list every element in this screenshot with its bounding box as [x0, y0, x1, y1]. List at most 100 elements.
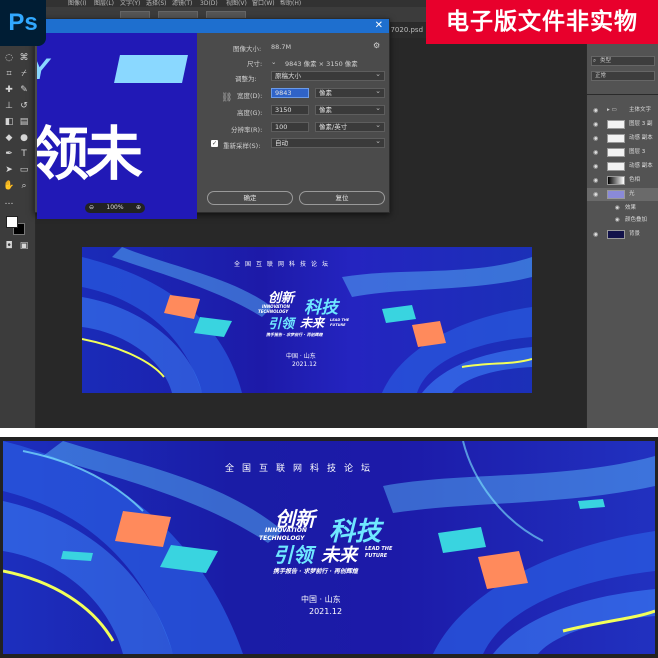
fit-to-label: 调整为: [235, 75, 257, 83]
menu-window[interactable]: 窗口(W) [252, 0, 275, 7]
image-size-label: 图像大小: [233, 45, 262, 53]
lasso-icon[interactable]: ◌ [3, 52, 15, 64]
dimensions-chevron-icon[interactable]: ⌄ [271, 58, 276, 66]
hand-icon[interactable]: ✋ [3, 180, 15, 192]
tab-filename[interactable]: 17020.psd [386, 23, 423, 38]
eye-icon[interactable]: ◉ [593, 188, 598, 201]
more-tools-icon[interactable]: … [3, 196, 15, 208]
title-en-future: FUTURE [330, 323, 346, 327]
layer-row[interactable]: ◉ 色相 [587, 174, 658, 187]
banner-full: 全国互联网科技论坛 创新 科技 INNOVATION TECHNOLOGY 引领… [3, 441, 655, 654]
resolution-input[interactable]: 100 [271, 122, 309, 132]
preview-shape [114, 55, 188, 83]
ok-button[interactable]: 确定 [207, 191, 293, 205]
eyedropper-icon[interactable]: ⌿ [18, 68, 30, 80]
eye-icon[interactable]: ◉ [593, 228, 598, 241]
title-en-lead: LEAD THE [365, 546, 393, 552]
eye-icon[interactable]: ◉ [593, 104, 598, 117]
height-unit-select[interactable]: 像素 [315, 104, 385, 115]
title-en-future: FUTURE [365, 553, 388, 559]
menu-type[interactable]: 文字(Y) [120, 0, 140, 7]
layer-row[interactable]: ◉ 动感 副本 [587, 132, 658, 145]
title-en-innovation: INNOVATION [265, 527, 307, 534]
zoom-out-icon[interactable]: ⊖ [89, 203, 94, 213]
layer-filter-input[interactable]: ⌕ 类型 [591, 56, 655, 66]
menu-layer[interactable]: 图层(L) [94, 0, 114, 7]
foreground-color-swatch[interactable] [6, 216, 18, 228]
fit-to-select[interactable]: 原稿大小 [271, 70, 385, 81]
dialog-preview[interactable]: Y 领未 ⊖ 100% ⊕ [37, 33, 197, 219]
eye-icon[interactable]: ◉ [593, 146, 598, 159]
settings-gear-icon[interactable]: ⚙ [373, 41, 380, 50]
close-icon[interactable]: ✕ [375, 20, 383, 32]
dimensions-label: 尺寸: [247, 60, 263, 68]
effect-eye-icon[interactable]: ◉ [615, 214, 620, 227]
text-icon[interactable]: T [18, 148, 30, 160]
layer-thumbnail [607, 162, 625, 171]
zoom-in-icon[interactable]: ⊕ [136, 203, 141, 213]
link-chain-icon[interactable]: ⛓ [221, 93, 232, 103]
canvas-banner-preview[interactable]: 全国互联网科技论坛 创新 科技 INNOVATION TECHNOLOGY 引领… [82, 247, 532, 393]
healing-icon[interactable]: ✚ [3, 84, 15, 96]
quick-select-icon[interactable]: ⌘ [18, 52, 30, 64]
eye-icon[interactable]: ◉ [593, 118, 598, 131]
menu-filter[interactable]: 滤镜(T) [172, 0, 192, 7]
menu-view[interactable]: 视图(V) [226, 0, 247, 7]
layers-panel: ⌕ 类型 正常 ◉ ▸ ▭ 主体文字 ◉ 图层 3 副 ◉ 动感 副本 ◉ 图层 3 ◉ 动… [586, 38, 658, 428]
panel-divider [587, 94, 658, 95]
height-input[interactable]: 3150 [271, 105, 309, 115]
menu-help[interactable]: 帮助(H) [280, 0, 301, 7]
layer-row[interactable]: ◉ 图层 3 副 [587, 118, 658, 131]
stamp-icon[interactable]: ⊥ [3, 100, 15, 112]
eye-icon[interactable]: ◉ [593, 160, 598, 173]
width-input[interactable]: 9843 [271, 88, 309, 98]
banner-location: 中国 · 山东 [286, 353, 316, 360]
resample-checkbox[interactable]: ✓ [211, 140, 218, 147]
photoshop-window: 图像(I) 图层(L) 文字(Y) 选择(S) 滤镜(T) 3D(D) 视图(V… [0, 0, 658, 428]
preview-zoom-control[interactable]: ⊖ 100% ⊕ [85, 203, 145, 213]
eraser-icon[interactable]: ◧ [3, 116, 15, 128]
search-icon: ⌕ [593, 58, 597, 64]
blur-icon[interactable]: ◆ [3, 132, 15, 144]
gradient-icon[interactable]: ▤ [18, 116, 30, 128]
layer-filter-placeholder: 类型 [600, 58, 612, 64]
preview-text-big: 领未 [37, 120, 143, 188]
title-lead: 引领 [268, 317, 295, 332]
history-brush-icon[interactable]: ↺ [18, 100, 30, 112]
width-label: 宽度(D): [237, 92, 263, 100]
menu-select[interactable]: 选择(S) [146, 0, 167, 7]
resolution-unit-select[interactable]: 像素/英寸 [315, 121, 385, 132]
eye-icon[interactable]: ◉ [593, 132, 598, 145]
pen-icon[interactable]: ✒ [3, 148, 15, 160]
layer-thumbnail [607, 230, 625, 239]
path-select-icon[interactable]: ➤ [3, 164, 15, 176]
folder-icon: ▸ ▭ [607, 107, 617, 113]
layer-row[interactable]: ◉ 动感 副本 [587, 160, 658, 173]
layer-row[interactable]: ◉ ▸ ▭ 主体文字 [587, 104, 658, 117]
width-unit-select[interactable]: 像素 [315, 87, 385, 98]
preview-text-top: Y [37, 53, 49, 87]
quick-mask-icon[interactable]: ◘ [3, 240, 15, 252]
menu-3d[interactable]: 3D(D) [200, 0, 218, 7]
resample-select[interactable]: 自动 [271, 137, 385, 148]
title-future: 未来 [300, 316, 325, 330]
banner-slogan: 携手报告 · 求梦前行 · 再创辉煌 [266, 332, 323, 337]
blend-mode-select[interactable]: 正常 [591, 71, 655, 81]
dodge-icon[interactable]: ● [18, 132, 30, 144]
layer-thumbnail [607, 190, 625, 199]
dimensions-value: 9843 像素 × 3150 像素 [285, 60, 358, 68]
resample-label: 重新采样(S): [223, 142, 261, 150]
brush-icon[interactable]: ✎ [18, 84, 30, 96]
zoom-icon[interactable]: ⌕ [18, 180, 30, 192]
crop-icon[interactable]: ⌗ [3, 68, 15, 80]
screen-mode-icon[interactable]: ▣ [18, 240, 30, 252]
dialog-titlebar[interactable]: ✕ [35, 19, 389, 33]
menu-image[interactable]: 图像(I) [68, 0, 86, 7]
layer-row[interactable]: ◉ 背景 [587, 228, 658, 241]
layer-row[interactable]: ◉ 光 [587, 188, 658, 201]
eye-icon[interactable]: ◉ [593, 174, 598, 187]
layer-row[interactable]: ◉ 图层 3 [587, 146, 658, 159]
shape-icon[interactable]: ▭ [18, 164, 30, 176]
layer-effect-row[interactable]: ◉ 颜色叠加 [587, 214, 658, 227]
reset-button[interactable]: 复位 [299, 191, 385, 205]
